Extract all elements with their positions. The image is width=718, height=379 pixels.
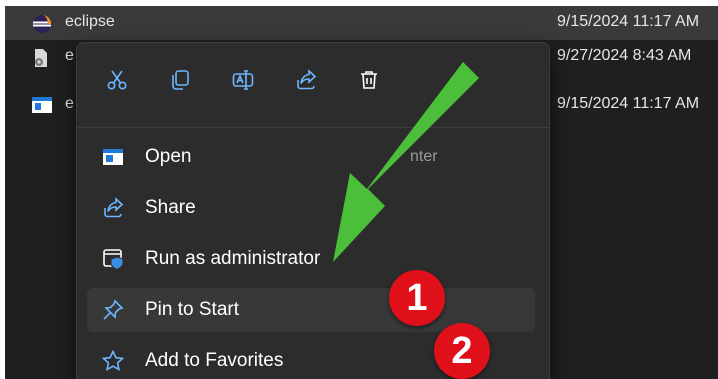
step-badge-2: 2: [434, 323, 490, 379]
share-button[interactable]: [291, 65, 321, 95]
file-date: 9/15/2024 11:17 AM: [557, 13, 700, 30]
file-explorer-window: eclipse 9/15/2024 11:17 AM e 9/27/2024 8…: [5, 6, 718, 379]
menu-item-share[interactable]: Share: [87, 186, 535, 230]
file-date: 9/15/2024 11:17 AM: [557, 95, 700, 112]
delete-icon: [361, 71, 377, 89]
share-icon: [297, 69, 317, 90]
file-name: eclipse: [65, 13, 115, 30]
menu-item-label: Run as administrator: [145, 248, 321, 269]
cut-button[interactable]: [102, 65, 132, 95]
file-date: 9/27/2024 8:43 AM: [557, 47, 692, 64]
eclipse-icon: [31, 14, 51, 33]
step-badge-1: 1: [389, 270, 445, 326]
copy-icon: [172, 70, 189, 90]
star-icon: [101, 349, 125, 373]
rename-icon: [232, 70, 254, 90]
menu-item-open[interactable]: Open nter: [87, 135, 535, 179]
open-icon: [101, 145, 125, 169]
menu-item-run-as-administrator[interactable]: Run as administrator: [87, 237, 535, 281]
shield-icon: [101, 247, 125, 271]
file-row-eclipse[interactable]: eclipse 9/15/2024 11:17 AM: [5, 6, 718, 40]
rename-button[interactable]: [228, 65, 258, 95]
toolbar-separator: [77, 127, 549, 128]
menu-item-label: Open: [145, 146, 192, 167]
menu-item-label: Share: [145, 197, 196, 218]
app-window-icon: [31, 96, 52, 114]
menu-item-label: Add to Favorites: [145, 350, 284, 371]
cut-icon: [107, 70, 127, 90]
delete-button[interactable]: [354, 65, 384, 95]
menu-item-label: Pin to Start: [145, 299, 239, 320]
copy-button[interactable]: [165, 65, 195, 95]
pin-icon: [101, 298, 125, 322]
context-menu-toolbar: [77, 43, 549, 117]
settings-file-icon: [31, 48, 51, 67]
menu-item-shortcut: nter: [410, 148, 438, 165]
share-icon: [101, 196, 125, 220]
